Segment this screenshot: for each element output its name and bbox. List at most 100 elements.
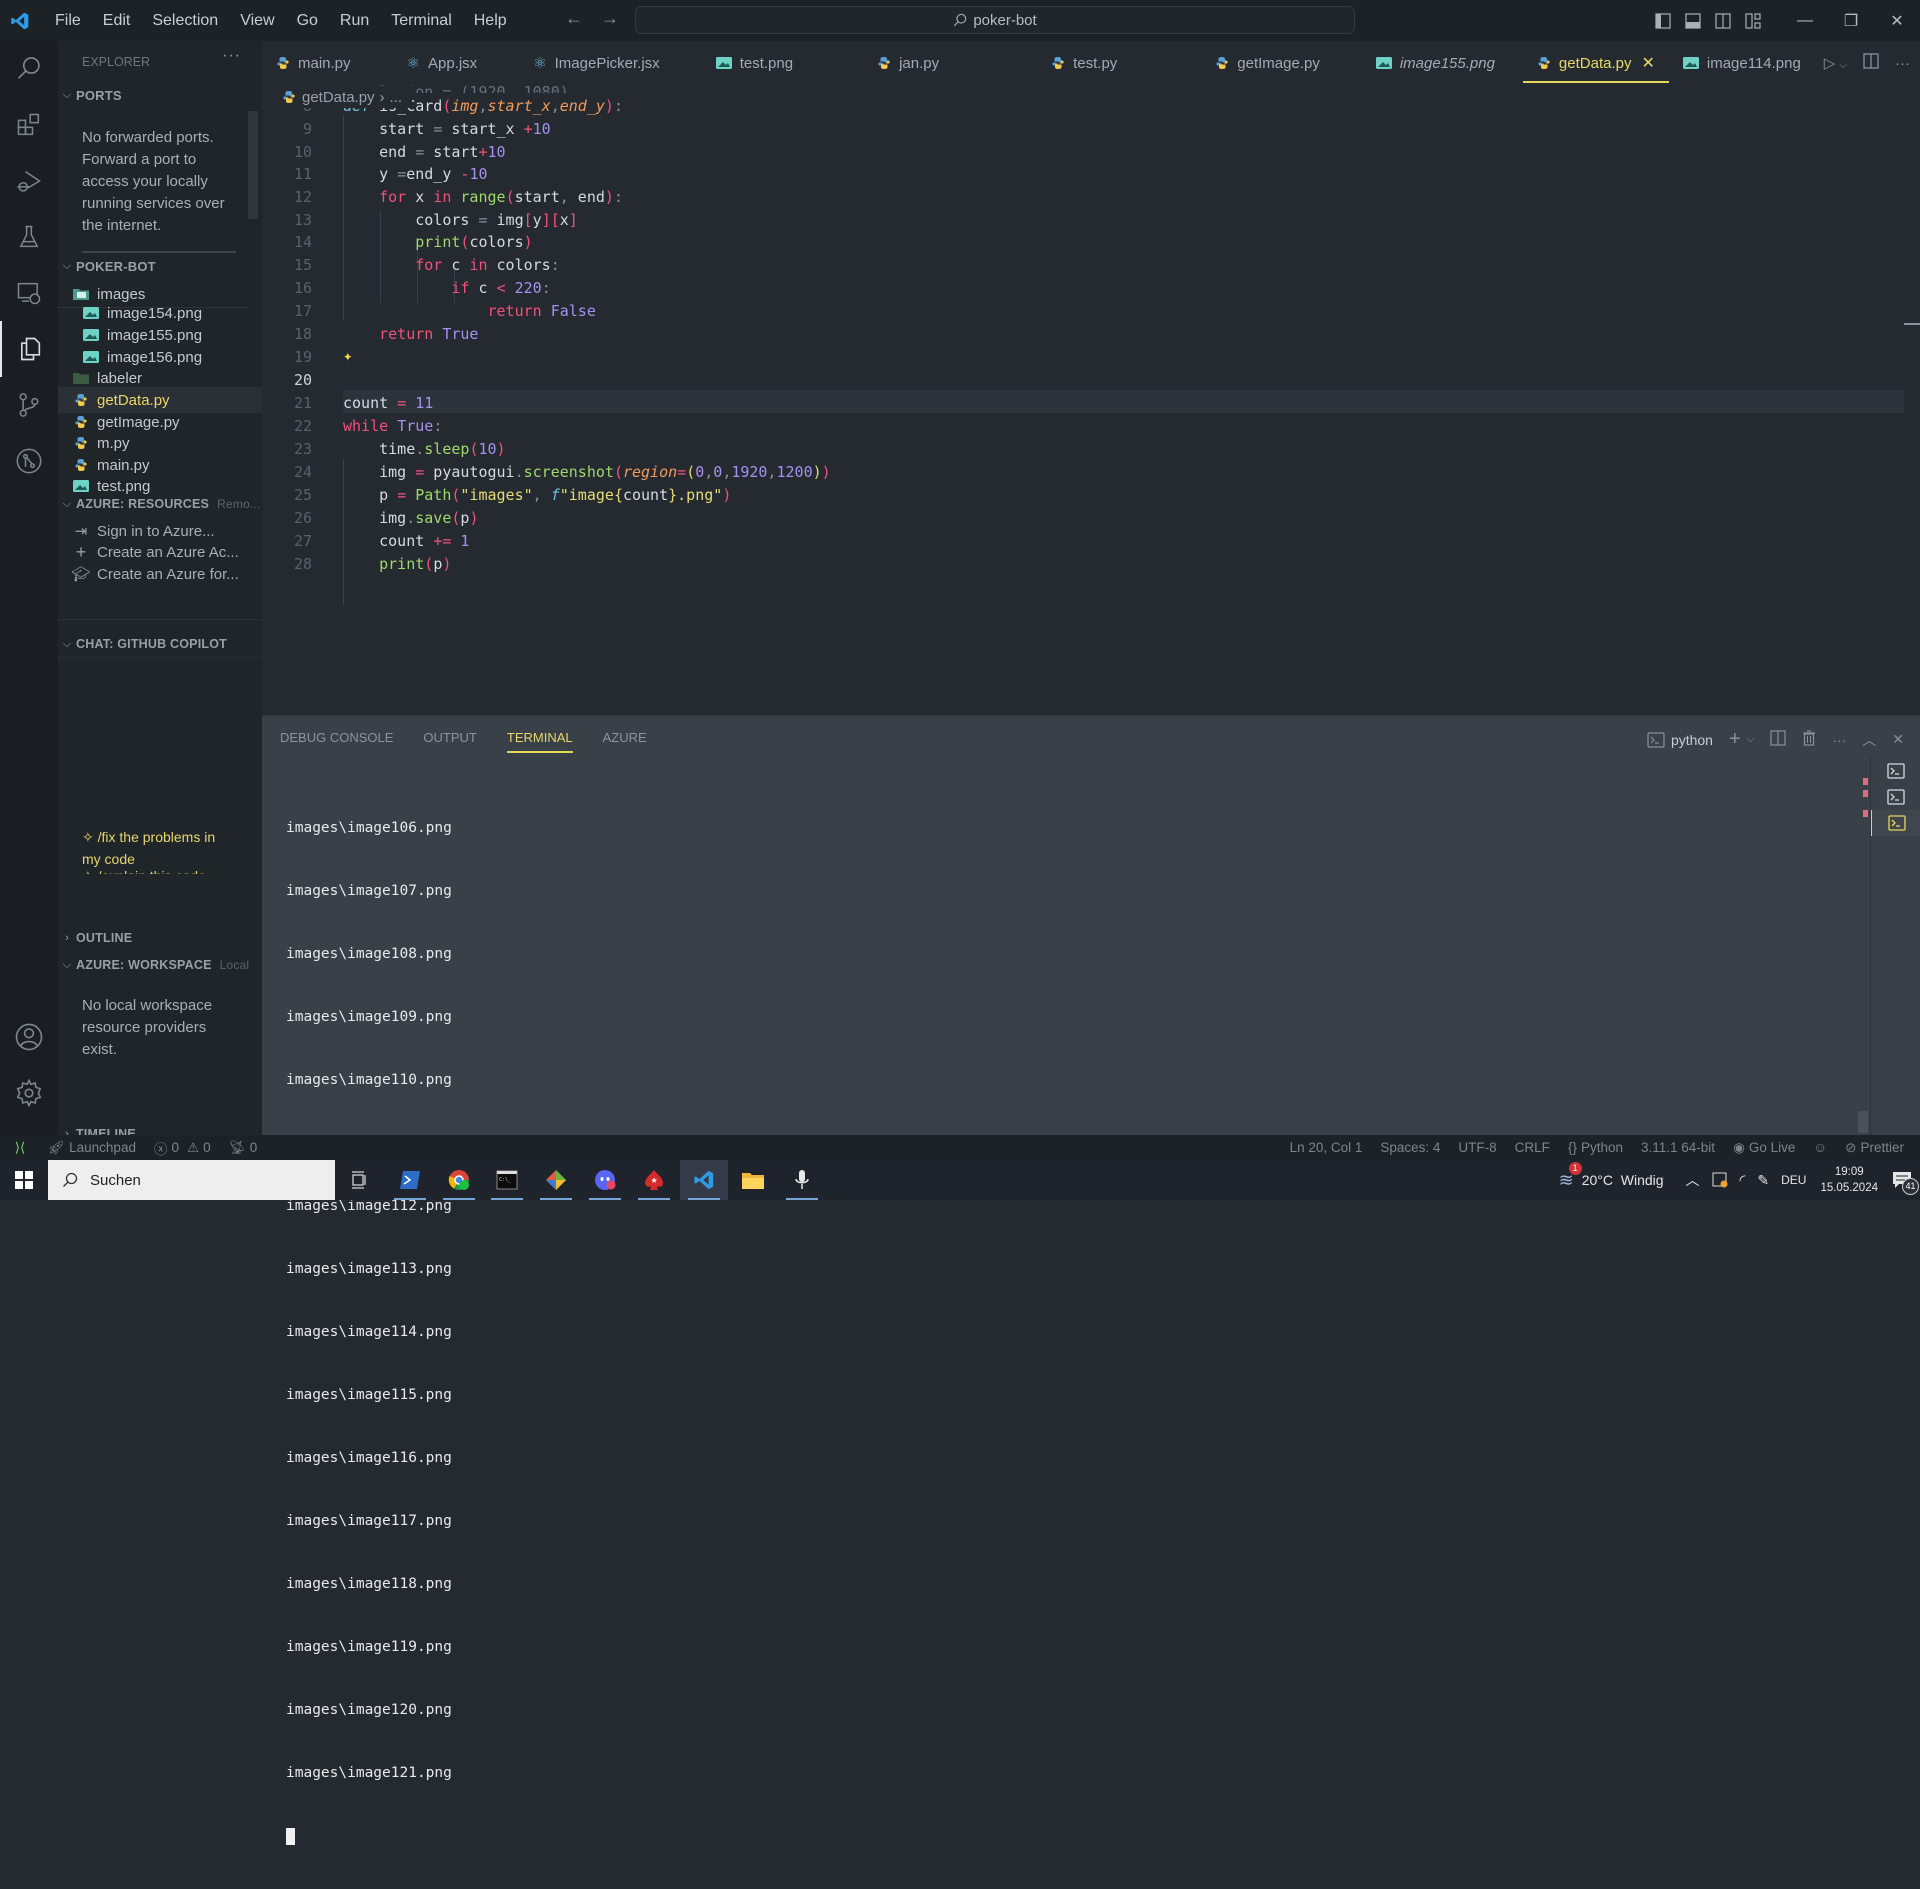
minimize-button[interactable]: — <box>1782 12 1828 30</box>
tab-getimage-py[interactable]: getImage.py <box>1201 41 1362 85</box>
split-terminal-icon[interactable] <box>1770 730 1786 749</box>
breadcrumb-symbols[interactable]: ... <box>390 89 403 106</box>
pen-icon[interactable]: ✎ <box>1757 1172 1769 1189</box>
menu-selection[interactable]: Selection <box>141 0 229 41</box>
taskbar-search[interactable]: Suchen <box>48 1160 335 1200</box>
terminal-selector[interactable]: python <box>1647 732 1713 748</box>
copilot-chat-section-header[interactable]: ⌵ CHAT: GITHUB COPILOT <box>58 637 262 651</box>
toggle-primary-sidebar-icon[interactable] <box>1648 12 1678 29</box>
panel-tab-debug-console[interactable]: DEBUG CONSOLE <box>280 730 393 750</box>
command-center-search[interactable]: poker-bot <box>635 6 1355 34</box>
tray-app-icon[interactable] <box>1712 1172 1728 1188</box>
taskbar-git-gui[interactable] <box>532 1160 580 1200</box>
toggle-panel-icon[interactable] <box>1678 12 1708 29</box>
tab-main-py[interactable]: main.py <box>262 41 393 85</box>
create-azure-student-item[interactable]: 🎓︎ Create an Azure for... <box>58 561 262 587</box>
accounts-icon[interactable] <box>0 1009 58 1065</box>
toggle-secondary-sidebar-icon[interactable] <box>1708 12 1738 29</box>
close-window-button[interactable]: ✕ <box>1874 11 1920 31</box>
problems-indicator[interactable]: ⓧ 0 ⚠ 0 <box>154 1138 211 1158</box>
copilot-sparkle-icon[interactable]: ✦ <box>343 346 353 365</box>
encoding[interactable]: UTF-8 <box>1458 1140 1496 1155</box>
taskbar-vscode[interactable] <box>680 1160 728 1200</box>
ports-indicator[interactable]: 📡︎ 0 <box>229 1140 258 1156</box>
tab-imagepicker-jsx[interactable]: ⚛ ImagePicker.jsx <box>519 41 702 85</box>
explorer-icon[interactable] <box>0 321 58 377</box>
taskbar-chrome[interactable] <box>435 1160 483 1200</box>
launchpad-button[interactable]: 🚀︎ Launchpad <box>48 1140 136 1156</box>
taskbar-discord[interactable] <box>581 1160 629 1200</box>
line-endings[interactable]: CRLF <box>1515 1140 1550 1155</box>
copilot-status-icon[interactable]: ☺ <box>1813 1140 1827 1155</box>
terminal-instance-2[interactable] <box>1871 784 1920 810</box>
task-view-icon[interactable] <box>336 1160 384 1200</box>
show-hidden-icons-chevron[interactable]: ︿ <box>1686 1170 1700 1190</box>
python-interpreter[interactable]: 3.11.1 64-bit <box>1641 1140 1715 1155</box>
panel-tab-terminal[interactable]: TERMINAL <box>506 730 573 753</box>
taskbar-file-explorer[interactable] <box>729 1160 777 1200</box>
terminal-dropdown-icon[interactable]: ⌵ <box>1747 734 1755 745</box>
close-panel-icon[interactable]: ✕ <box>1892 731 1904 748</box>
outline-section-header[interactable]: › OUTLINE <box>58 931 262 945</box>
taskbar-command-prompt[interactable]: C:\_ <box>483 1160 531 1200</box>
terminal-output[interactable]: images\image106.png images\image107.png … <box>286 776 452 1889</box>
menu-run[interactable]: Run <box>329 0 380 41</box>
tab-image155-png-preview[interactable]: image155.png <box>1362 41 1523 85</box>
tab-jan-py[interactable]: jan.py <box>863 41 1037 85</box>
panel-tab-azure[interactable]: AZURE <box>603 730 647 750</box>
run-debug-icon[interactable] <box>0 153 58 209</box>
tab-app-jsx[interactable]: ⚛ App.jsx <box>393 41 520 85</box>
go-live-button[interactable]: ◉ Go Live <box>1733 1140 1795 1156</box>
prettier-status[interactable]: ⊘ Prettier <box>1845 1140 1904 1156</box>
menu-terminal[interactable]: Terminal <box>380 0 462 41</box>
explorer-more-actions[interactable]: ··· <box>222 47 241 65</box>
cursor-position[interactable]: Ln 20, Col 1 <box>1290 1140 1363 1155</box>
panel-more-icon[interactable]: ··· <box>1832 732 1846 748</box>
restore-button[interactable]: ❐ <box>1828 11 1874 31</box>
wifi-icon[interactable]: ◜ <box>1740 1171 1746 1189</box>
forward-arrow-icon[interactable]: → <box>601 8 619 29</box>
testing-icon[interactable] <box>0 209 58 265</box>
menu-view[interactable]: View <box>229 0 285 41</box>
maximize-panel-icon[interactable]: ︿ <box>1862 730 1876 750</box>
tab-test-png[interactable]: test.png <box>702 41 863 85</box>
new-terminal-icon[interactable]: + <box>1729 728 1741 751</box>
run-python-file-icon[interactable]: ▷ ⌵ <box>1824 54 1847 72</box>
taskbar-pokerstars[interactable]: ★ <box>630 1160 678 1200</box>
terminal-instance-3-active[interactable] <box>1871 810 1920 836</box>
poker-bot-section-header[interactable]: ⌵ POKER-BOT <box>58 259 262 274</box>
ports-sash[interactable] <box>82 251 236 253</box>
copilot-fix-suggestion[interactable]: ✧ /fix the problems in my code <box>82 826 252 870</box>
search-icon[interactable] <box>0 41 58 97</box>
close-tab-icon[interactable]: ✕ <box>1641 53 1654 73</box>
taskbar-powershell[interactable] <box>386 1160 434 1200</box>
remote-explorer-icon[interactable] <box>0 265 58 321</box>
tab-getdata-py[interactable]: getData.py ✕ <box>1522 41 1669 85</box>
indentation[interactable]: Spaces: 4 <box>1380 1140 1440 1155</box>
customize-layout-icon[interactable] <box>1738 12 1768 29</box>
ports-scrollbar[interactable] <box>248 111 258 219</box>
azure-resources-section-header[interactable]: ⌵ AZURE: RESOURCES Remo... <box>58 497 262 511</box>
extensions-icon[interactable] <box>0 97 58 153</box>
menu-edit[interactable]: Edit <box>92 0 142 41</box>
ports-section-header[interactable]: ⌵ PORTS <box>58 88 262 103</box>
start-button[interactable] <box>0 1160 48 1200</box>
notification-center-button[interactable]: 41 <box>1892 1171 1919 1195</box>
remote-indicator-icon[interactable]: ⟩⟨ <box>0 1140 40 1156</box>
panel-tab-output[interactable]: OUTPUT <box>423 730 476 750</box>
back-arrow-icon[interactable]: ← <box>565 8 583 29</box>
menu-file[interactable]: File <box>44 0 92 41</box>
source-control-icon[interactable] <box>0 377 58 433</box>
clock[interactable]: 19:09 15.05.2024 <box>1820 1164 1878 1196</box>
language-mode[interactable]: {} Python <box>1568 1140 1623 1155</box>
menu-help[interactable]: Help <box>463 0 518 41</box>
azure-workspace-section-header[interactable]: ⌵ AZURE: WORKSPACE Local <box>58 958 262 972</box>
gitlens-icon[interactable] <box>0 433 58 489</box>
taskbar-microphone-app[interactable] <box>778 1160 826 1200</box>
terminal-instance-1[interactable] <box>1871 758 1920 784</box>
weather-widget[interactable]: ≋ 1 20°C Windig <box>1559 1161 1664 1191</box>
kill-terminal-trash-icon[interactable] <box>1802 730 1816 749</box>
timeline-section-header[interactable]: › TIMELINE <box>58 1127 262 1135</box>
breadcrumb-file[interactable]: getData.py <box>302 89 375 106</box>
tree-file-test-png[interactable]: test.png <box>58 473 262 499</box>
